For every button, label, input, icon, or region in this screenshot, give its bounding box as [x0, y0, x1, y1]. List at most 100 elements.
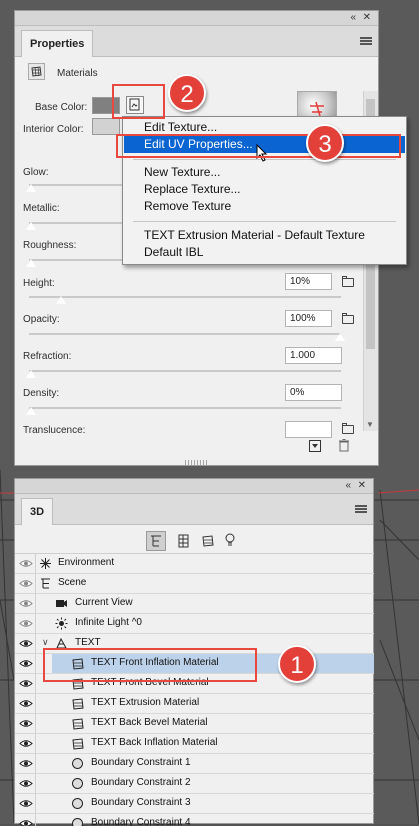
list-item[interactable]: Scene [15, 574, 374, 594]
visibility-eye-icon[interactable] [19, 618, 33, 629]
translucence-field[interactable] [285, 421, 332, 438]
light-icon [55, 617, 68, 630]
scroll-down-icon[interactable]: ▼ [366, 420, 374, 429]
translucence-folder-icon[interactable] [342, 425, 354, 434]
glow-slider-thumb[interactable] [26, 184, 36, 192]
roughness-slider-thumb[interactable] [26, 259, 36, 267]
menu-item-default-texture[interactable]: TEXT Extrusion Material - Default Textur… [124, 227, 405, 244]
visibility-eye-icon[interactable] [19, 818, 33, 826]
menu-item-default-ibl[interactable]: Default IBL [124, 244, 405, 261]
visibility-eye-icon[interactable] [19, 718, 33, 729]
callout-box-texture-button [112, 84, 165, 119]
translucence-label: Translucence: [23, 425, 85, 436]
visibility-eye-icon[interactable] [19, 638, 33, 649]
opacity-folder-icon[interactable] [342, 315, 354, 324]
constraint-icon [71, 817, 84, 826]
list-item[interactable]: Current View [15, 594, 374, 614]
glow-label: Glow: [23, 167, 49, 178]
row-divider [35, 694, 36, 714]
opacity-field[interactable]: 100% [285, 310, 332, 327]
row-label: TEXT [75, 637, 101, 648]
visibility-eye-icon[interactable] [19, 598, 33, 609]
row-divider [35, 594, 36, 614]
callout-box-selected-material [43, 648, 257, 682]
collapse-icon[interactable]: « [350, 11, 356, 25]
visibility-eye-icon[interactable] [19, 578, 33, 589]
list-item[interactable]: TEXT Back Inflation Material [15, 734, 374, 754]
visibility-eye-icon[interactable] [19, 798, 33, 809]
refraction-field[interactable]: 1.000 [285, 347, 342, 364]
row-divider [35, 654, 36, 674]
height-folder-icon[interactable] [342, 278, 354, 287]
density-label: Density: [23, 388, 59, 399]
menu-item-remove-texture[interactable]: Remove Texture [124, 198, 405, 215]
visibility-eye-icon[interactable] [19, 778, 33, 789]
visibility-eye-icon[interactable] [19, 758, 33, 769]
scene-layer-list: Environment Scene Current View Infinite … [15, 553, 374, 826]
filter-whole-scene-button[interactable] [146, 531, 166, 551]
row-label: Infinite Light ^0 [75, 617, 142, 628]
list-item[interactable]: Boundary Constraint 3 [15, 794, 374, 814]
refraction-slider[interactable] [29, 370, 341, 372]
delete-icon[interactable] [339, 439, 349, 452]
visibility-eye-icon[interactable] [19, 738, 33, 749]
resize-grip[interactable] [185, 460, 209, 465]
expand-chevron-icon[interactable]: ∨ [42, 637, 49, 648]
row-label: Current View [75, 597, 133, 608]
environment-icon [39, 557, 52, 570]
height-slider[interactable] [29, 296, 341, 298]
glow-slider[interactable] [29, 184, 124, 186]
list-item[interactable]: TEXT Extrusion Material [15, 694, 374, 714]
visibility-eye-icon[interactable] [19, 698, 33, 709]
refraction-label: Refraction: [23, 351, 71, 362]
height-slider-thumb[interactable] [56, 296, 66, 304]
menu-item-new-texture[interactable]: New Texture... [124, 164, 405, 181]
list-item[interactable]: Boundary Constraint 4 [15, 814, 374, 826]
tab-3d[interactable]: 3D [21, 498, 53, 525]
menu-item-replace-texture[interactable]: Replace Texture... [124, 181, 405, 198]
panel-menu-icon[interactable] [355, 505, 367, 513]
density-slider-thumb[interactable] [26, 407, 36, 415]
close-icon[interactable]: ✕ [363, 11, 371, 25]
density-slider[interactable] [29, 407, 341, 409]
filter-lights-icon[interactable] [224, 533, 236, 548]
filter-materials-icon[interactable] [201, 534, 215, 548]
opacity-slider[interactable] [29, 333, 341, 335]
row-label: Boundary Constraint 4 [91, 817, 191, 826]
row-divider [35, 714, 36, 734]
density-field[interactable]: 0% [285, 384, 342, 401]
callout-badge: 2 [168, 74, 206, 112]
collapse-icon[interactable]: « [345, 479, 351, 493]
constraint-icon [71, 757, 84, 770]
roughness-slider[interactable] [29, 259, 124, 261]
metallic-slider[interactable] [29, 222, 124, 224]
close-icon[interactable]: ✕ [358, 479, 366, 493]
roughness-label: Roughness: [23, 240, 76, 251]
metallic-slider-thumb[interactable] [26, 222, 36, 230]
panel-menu-icon[interactable] [360, 37, 372, 45]
tab-properties[interactable]: Properties [21, 30, 93, 57]
row-label: Scene [58, 577, 86, 588]
visibility-eye-icon[interactable] [19, 558, 33, 569]
row-divider [35, 774, 36, 794]
load-material-icon[interactable] [309, 440, 321, 452]
list-item[interactable]: Infinite Light ^0 [15, 614, 374, 634]
interior-color-swatch[interactable] [92, 118, 120, 135]
list-item[interactable]: Boundary Constraint 2 [15, 774, 374, 794]
list-item[interactable]: TEXT Back Bevel Material [15, 714, 374, 734]
panel-titlebar: « ✕ [15, 11, 378, 26]
list-item[interactable]: Boundary Constraint 1 [15, 754, 374, 774]
refraction-slider-thumb[interactable] [26, 370, 36, 378]
row-label: Boundary Constraint 2 [91, 777, 191, 788]
opacity-slider-thumb[interactable] [335, 333, 345, 341]
height-field[interactable]: 10% [285, 273, 332, 290]
row-label: TEXT Back Bevel Material [91, 717, 208, 728]
interior-color-label: Interior Color: [23, 124, 84, 135]
filter-meshes-icon[interactable] [177, 534, 191, 548]
visibility-eye-icon[interactable] [19, 678, 33, 689]
visibility-eye-icon[interactable] [19, 658, 33, 669]
materials-label: Materials [57, 68, 98, 79]
row-label: Boundary Constraint 3 [91, 797, 191, 808]
properties-tab-row: Properties [15, 26, 378, 57]
list-item[interactable]: Environment [15, 554, 374, 574]
